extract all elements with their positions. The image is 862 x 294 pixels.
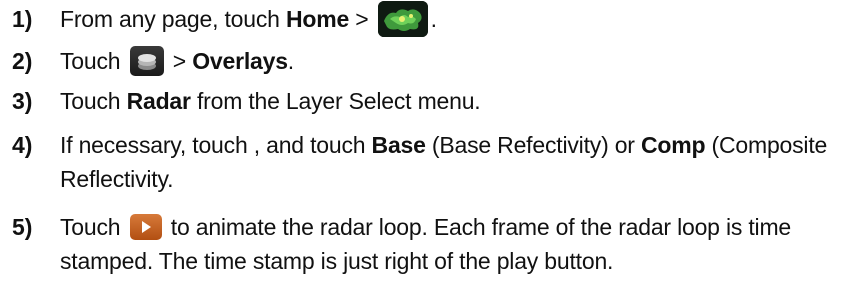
step-number: 3) [12, 88, 33, 114]
step-text: Touch to animate the radar loop. Each fr… [60, 213, 792, 274]
step-number: 5) [12, 214, 33, 240]
play-icon [129, 213, 162, 240]
step-number: 1) [12, 6, 33, 32]
step-number: 4) [12, 132, 33, 158]
step-number: 2) [12, 48, 33, 74]
step-text: Touch Radar from the Layer Select menu. [60, 88, 481, 114]
step-text: If necessary, touch , and touch Base (Ba… [60, 132, 828, 192]
weather-map-icon [377, 0, 428, 37]
layers-icon [129, 45, 164, 76]
step-text: From any page, touch Home > . [60, 0, 855, 39]
step-text: Touch > Overlays. [60, 44, 855, 78]
